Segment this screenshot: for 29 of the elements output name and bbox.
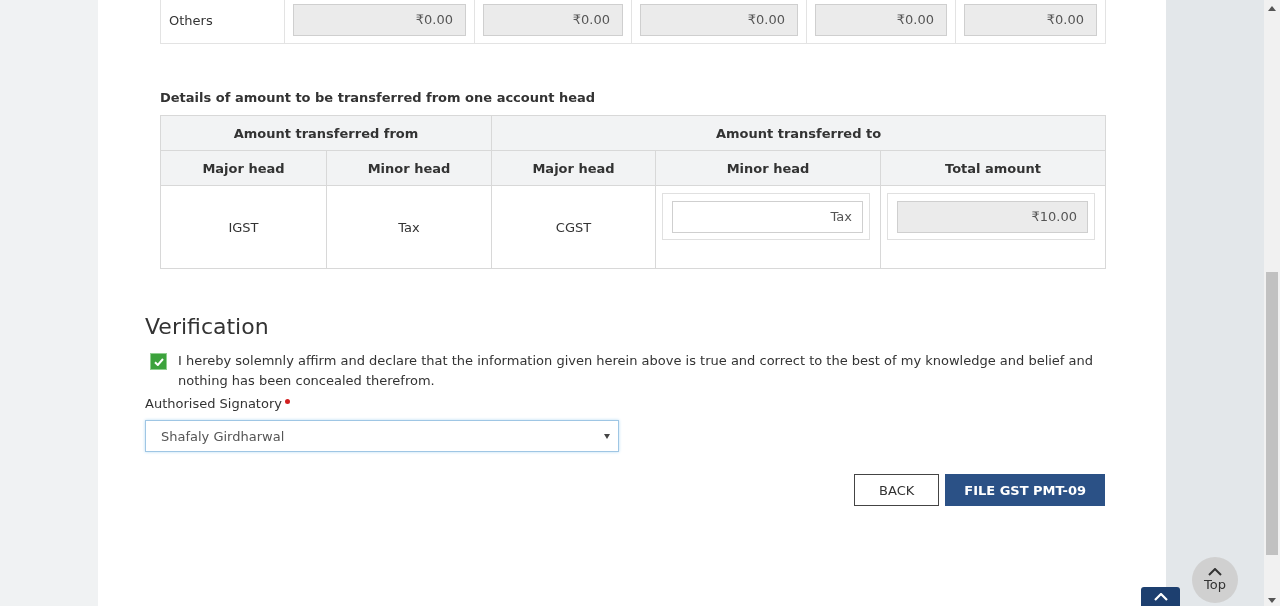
chevron-up-icon — [1208, 568, 1222, 576]
column-header: Major head — [491, 150, 656, 186]
row-label: Others — [169, 12, 213, 28]
column-header: Minor head — [326, 150, 492, 186]
minor-head-field[interactable]: Tax — [672, 201, 863, 233]
table-cell: CGST — [491, 185, 656, 269]
table-cell: IGST — [160, 185, 327, 269]
field-label: Authorised Signatory — [145, 395, 282, 413]
section-heading: Verification — [145, 313, 270, 341]
table-cell: Tax — [326, 185, 492, 269]
chevron-up-icon — [1153, 593, 1168, 601]
checkbox[interactable] — [150, 353, 167, 370]
signatory-select[interactable]: Shafaly Girdharwal — [145, 420, 619, 452]
scrollbar-track[interactable] — [1264, 0, 1280, 606]
scrollbar-thumb[interactable] — [1266, 272, 1278, 555]
column-header: Total amount — [880, 150, 1106, 186]
group-header: Amount transferred to — [491, 115, 1106, 151]
back-button[interactable]: BACK — [854, 474, 940, 506]
chevron-tab-button[interactable] — [1141, 587, 1180, 606]
checkmark-icon — [153, 357, 164, 366]
declaration-text: I hereby solemnly affirm and declare that the information given herein above is true and correct to the best of my knowledge and belief and nothing has been concealed therefrom. — [178, 352, 1095, 390]
caret-icon — [604, 433, 610, 439]
scroll-down-arrow-icon[interactable] — [1268, 598, 1276, 603]
file-button[interactable]: FILE GST PMT-09 — [945, 474, 1105, 506]
scroll-up-arrow-icon[interactable] — [1268, 6, 1276, 11]
column-header: Major head — [160, 150, 327, 186]
group-header: Amount transferred from — [160, 115, 492, 151]
section-title: Details of amount to be transferred from one account head — [160, 90, 597, 106]
column-header: Minor head — [655, 150, 881, 186]
